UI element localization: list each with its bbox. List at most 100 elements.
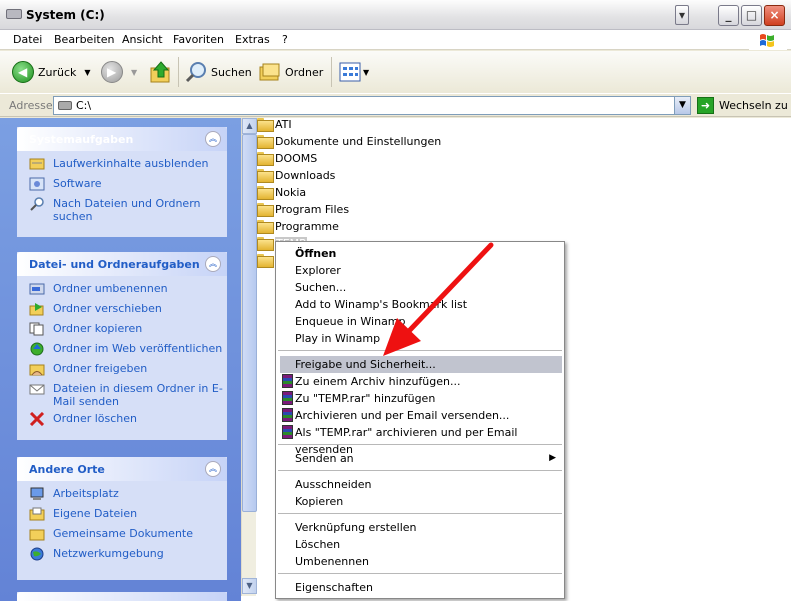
file-item-dokumente[interactable]: Dokumente und Einstellungen (257, 133, 441, 149)
scroll-thumb[interactable] (242, 134, 257, 512)
collapse-icon[interactable]: ︽ (205, 461, 221, 477)
task-software[interactable]: Software (29, 177, 227, 197)
views-dropdown-icon[interactable]: ▼ (363, 68, 369, 77)
ctx-properties[interactable]: Eigenschaften (280, 579, 562, 596)
back-arrow-icon: ◀ (12, 61, 34, 83)
go-label: Wechseln zu (719, 99, 788, 112)
panel-header[interactable] (17, 592, 227, 601)
file-item-ati[interactable]: ATI (257, 116, 292, 132)
software-icon (29, 177, 45, 191)
file-item-downloads[interactable]: Downloads (257, 167, 335, 183)
ctx-winamp-bookmark[interactable]: Add to Winamp's Bookmark list (280, 296, 562, 313)
menu-help[interactable]: ? (282, 33, 288, 46)
ctx-delete[interactable]: Löschen (280, 536, 562, 553)
ctx-rar-add[interactable]: Zu einem Archiv hinzufügen... (280, 373, 562, 390)
scroll-down-icon[interactable]: ▼ (242, 578, 257, 594)
ctx-search[interactable]: Suchen... (280, 279, 562, 296)
task-share-folder[interactable]: Ordner freigeben (29, 362, 227, 382)
task-delete-folder[interactable]: Ordner löschen (29, 412, 227, 432)
ctx-create-shortcut[interactable]: Verknüpfung erstellen (280, 519, 562, 536)
network-icon (30, 547, 44, 561)
menu-separator (278, 470, 562, 471)
task-publish-web[interactable]: Ordner im Web veröffentlichen (29, 342, 227, 362)
maximize-button[interactable]: □ (741, 5, 762, 26)
menu-extras[interactable]: Extras (235, 33, 270, 46)
menu-bearbeiten[interactable]: Bearbeiten (54, 33, 114, 46)
back-dropdown-icon[interactable]: ▼ (84, 68, 90, 77)
up-button[interactable] (150, 59, 172, 85)
ctx-send-to[interactable]: Senden an ▶ (280, 450, 562, 467)
panel-other-places: Andere Orte ︽ Arbeitsplatz Eigene Dateie… (17, 457, 227, 580)
submenu-arrow-icon: ▶ (549, 453, 556, 463)
ctx-open[interactable]: Öffnen (280, 245, 562, 262)
task-copy-folder[interactable]: Ordner kopieren (29, 322, 227, 342)
file-item-partial[interactable] (257, 252, 275, 268)
file-item-dooms[interactable]: DOOMS (257, 150, 317, 166)
ctx-copy[interactable]: Kopieren (280, 493, 562, 510)
address-dropdown-icon[interactable]: ▼ (674, 97, 690, 114)
place-network[interactable]: Netzwerkumgebung (29, 547, 227, 567)
ctx-label: Zu "TEMP.rar" hinzufügen (295, 392, 436, 405)
folder-icon (257, 118, 274, 132)
task-label: Laufwerkinhalte ausblenden (53, 157, 209, 170)
ctx-winamp-play[interactable]: Play in Winamp (280, 330, 562, 347)
ctx-rar-add-temp[interactable]: Zu "TEMP.rar" hinzufügen (280, 390, 562, 407)
task-label: Arbeitsplatz (53, 487, 119, 500)
forward-button[interactable]: ▶ ▼ (101, 59, 137, 85)
task-label: Software (53, 177, 102, 190)
title-bar[interactable]: System (C:) ▾ _ □ × (0, 0, 791, 30)
menu-separator (278, 573, 562, 574)
ctx-rar-email[interactable]: Archivieren und per Email versenden... (280, 407, 562, 424)
forward-dropdown-icon[interactable]: ▼ (131, 68, 137, 77)
address-value: C:\ (76, 99, 92, 112)
panel-header[interactable]: Andere Orte ︽ (17, 457, 227, 481)
task-label: Gemeinsame Dokumente (53, 527, 193, 540)
file-item-nokia[interactable]: Nokia (257, 184, 306, 200)
ctx-rename[interactable]: Umbenennen (280, 553, 562, 570)
ctx-label: Senden an (295, 452, 354, 465)
folders-button[interactable]: Ordner (259, 59, 323, 85)
task-search-files[interactable]: Nach Dateien und Ordnern suchen (29, 197, 227, 223)
folder-icon (257, 135, 274, 149)
menu-datei[interactable]: Datei (13, 33, 42, 46)
panel-details-partial (17, 592, 227, 601)
place-my-documents[interactable]: Eigene Dateien (29, 507, 227, 527)
vertical-scrollbar[interactable]: ▲ ▼ (241, 118, 257, 596)
task-label: Netzwerkumgebung (53, 547, 164, 560)
file-item-programme[interactable]: Programme (257, 218, 339, 234)
minimize-button[interactable]: _ (718, 5, 739, 26)
search-button[interactable]: Suchen (185, 59, 252, 85)
collapse-icon[interactable]: ︽ (205, 256, 221, 272)
ctx-cut[interactable]: Ausschneiden (280, 476, 562, 493)
file-item-program-files[interactable]: Program Files (257, 201, 349, 217)
collapse-icon[interactable]: ︽ (205, 131, 221, 147)
back-button[interactable]: ◀ Zurück ▼ (12, 59, 91, 85)
place-my-computer[interactable]: Arbeitsplatz (29, 487, 227, 507)
task-label: Ordner kopieren (53, 322, 143, 335)
task-rename-folder[interactable]: Ordner umbenennen (29, 282, 227, 302)
menu-ansicht[interactable]: Ansicht (122, 33, 163, 46)
ctx-winamp-enqueue[interactable]: Enqueue in Winamp (280, 313, 562, 330)
task-email-files[interactable]: Dateien in diesem Ordner in E-Mail sende… (29, 382, 227, 412)
ctx-explorer[interactable]: Explorer (280, 262, 562, 279)
place-shared-documents[interactable]: Gemeinsame Dokumente (29, 527, 227, 547)
address-input[interactable]: C:\ ▼ (53, 96, 691, 115)
ctx-sharing-security[interactable]: Freigabe und Sicherheit... (280, 356, 562, 373)
file-name: Programme (275, 219, 339, 233)
views-button[interactable]: ▼ (339, 59, 369, 85)
panel-header[interactable]: Datei- und Ordneraufgaben ︽ (17, 252, 227, 276)
windows-flag-icon (760, 34, 774, 47)
task-move-folder[interactable]: Ordner verschieben (29, 302, 227, 322)
task-label: Eigene Dateien (53, 507, 138, 520)
panel-header[interactable]: Systemaufgaben ︽ (17, 127, 227, 151)
hide-contents-icon (29, 158, 45, 170)
email-icon (29, 384, 45, 395)
menu-separator (278, 350, 562, 351)
ctx-rar-email-temp[interactable]: Als "TEMP.rar" archivieren und per Email… (280, 424, 562, 456)
go-button[interactable]: ➜ Wechseln zu (697, 96, 788, 115)
scroll-up-icon[interactable]: ▲ (242, 118, 257, 134)
task-hide-contents[interactable]: Laufwerkinhalte ausblenden (29, 157, 227, 177)
menu-favoriten[interactable]: Favoriten (173, 33, 224, 46)
system-menu-arrow-icon[interactable]: ▾ (675, 5, 689, 25)
close-button[interactable]: × (764, 5, 785, 26)
